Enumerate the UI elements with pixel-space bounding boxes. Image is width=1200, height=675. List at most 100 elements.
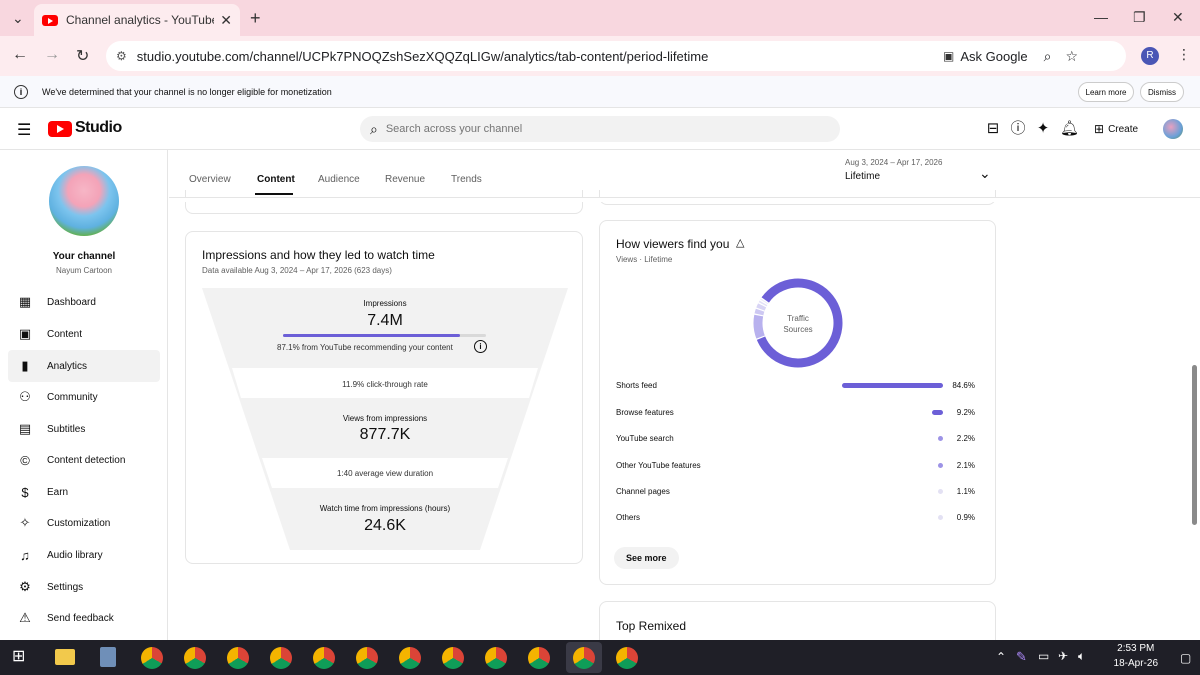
traffic-source-bar [938, 463, 943, 468]
chrome-app-icon[interactable] [184, 647, 206, 669]
channel-search[interactable]: ⌕ [360, 116, 840, 142]
profile-avatar[interactable]: R [1141, 47, 1159, 65]
donut-center-label: Traffic Sources [752, 313, 844, 335]
sidebar-item-analytics[interactable]: ▮ Analytics [8, 350, 160, 382]
windows-start-icon[interactable]: ⊞ [12, 648, 30, 666]
search-input[interactable] [385, 123, 806, 135]
sidebar-item-dashboard[interactable]: ▦ Dashboard [8, 286, 160, 318]
chrome-app-icon[interactable] [528, 647, 550, 669]
tab-audience[interactable]: Audience [318, 174, 360, 185]
taskbar-clock[interactable]: 2:53 PM 18-Apr-26 [1114, 643, 1158, 669]
notifications-bell-icon[interactable]: 🔔︎ [1060, 120, 1079, 138]
studio-logo-text[interactable]: Studio [75, 119, 122, 137]
chevron-up-icon[interactable]: ⌃ [996, 650, 1006, 664]
sidebar-item-customization[interactable]: ✧ Customization [8, 507, 160, 539]
messages-icon[interactable]: ⊟ [984, 120, 1002, 138]
channel-title[interactable]: Your channel [0, 251, 168, 262]
youtube-logo-icon[interactable] [48, 121, 72, 137]
pen-icon[interactable]: ✎ [1016, 649, 1027, 665]
tab-search-chevron-icon[interactable]: ⌄ [12, 10, 24, 27]
sparkle-icon[interactable]: ✦ [1034, 120, 1052, 138]
url-text[interactable]: studio.youtube.com/channel/UCPk7PNOQZshS… [137, 49, 709, 64]
tab-overview[interactable]: Overview [189, 174, 231, 185]
views-value: 877.7K [359, 426, 411, 443]
sidebar-item-earn[interactable]: $ Earn [8, 476, 160, 508]
dismiss-button[interactable]: Dismiss [1140, 82, 1184, 102]
ask-google-button[interactable]: ▣ Ask Google ⌕ ☆ [943, 46, 1078, 66]
chevron-down-icon[interactable]: ⌄ [979, 165, 991, 182]
traffic-source-bar [938, 436, 943, 441]
tab-content[interactable]: Content [257, 174, 295, 185]
chrome-app-icon[interactable] [270, 647, 292, 669]
bookmark-star-icon[interactable]: ☆ [1065, 48, 1078, 65]
sidebar-item-label: Audio library [47, 549, 103, 561]
sidebar-item-subtitles[interactable]: ▤ Subtitles [8, 413, 160, 445]
donut-line-1: Traffic [787, 314, 809, 323]
battery-icon[interactable]: ▭ [1038, 649, 1049, 663]
audio-library-icon: ♫ [20, 547, 30, 563]
youtube-favicon-icon [42, 14, 58, 26]
impressions-funnel-card: Impressions and how they led to watch ti… [185, 231, 583, 564]
browser-menu-icon[interactable]: ⋮ [1177, 46, 1191, 63]
window-close-icon[interactable]: ✕ [1172, 9, 1184, 26]
tab-close-icon[interactable]: ✕ [220, 12, 232, 29]
new-tab-plus-icon[interactable]: + [250, 8, 261, 29]
views-label: Views from impressions [342, 414, 428, 423]
browser-tab-title: Channel analytics - YouTube St [66, 13, 215, 27]
sidebar-item-label: Community [47, 391, 98, 403]
info-icon: i [14, 85, 28, 99]
content-icon: ▣ [18, 326, 32, 341]
reload-icon[interactable]: ↻ [76, 46, 89, 66]
page-scrollbar[interactable] [1192, 365, 1197, 525]
recommending-text: 87.1% from YouTube recommending your con… [277, 343, 453, 352]
browser-tab[interactable]: Channel analytics - YouTube St ✕ [34, 4, 240, 36]
date-range-label: Lifetime [845, 171, 881, 182]
sidebar-item-settings[interactable]: ⚙ Settings [8, 571, 160, 603]
warning-triangle-icon[interactable]: △ [736, 236, 744, 249]
restore-icon[interactable]: ❐ [1133, 9, 1146, 26]
magic-wand-icon: ✧ [19, 515, 31, 530]
account-avatar[interactable] [1163, 119, 1183, 139]
back-arrow-icon[interactable]: ← [12, 46, 28, 64]
hamburger-menu-icon[interactable]: ☰ [17, 120, 31, 140]
chrome-app-icon[interactable] [442, 647, 464, 669]
chrome-app-icon[interactable] [573, 647, 595, 669]
impressions-label: Impressions [363, 299, 407, 308]
sidebar-item-send-feedback[interactable]: ⚠ Send feedback [8, 602, 160, 634]
see-more-button[interactable]: See more [614, 547, 679, 569]
network-icon[interactable]: ✈ [1058, 649, 1068, 663]
zoom-search-icon[interactable]: ⌕ [1044, 48, 1052, 65]
calculator-icon[interactable] [100, 647, 116, 667]
omnibox[interactable]: ⚙ studio.youtube.com/channel/UCPk7PNOQZs… [106, 41, 1126, 71]
channel-avatar[interactable] [49, 166, 119, 236]
date-range-text: Aug 3, 2024 – Apr 17, 2026 [845, 158, 943, 167]
file-explorer-icon[interactable] [55, 649, 75, 665]
chrome-app-icon[interactable] [227, 647, 249, 669]
tab-trends[interactable]: Trends [451, 174, 482, 185]
chrome-app-icon[interactable] [356, 647, 378, 669]
chrome-app-icon[interactable] [399, 647, 421, 669]
site-info-icon[interactable]: ⚙ [116, 49, 127, 63]
notification-center-icon[interactable]: ▢ [1180, 651, 1191, 665]
info-icon[interactable]: i [474, 340, 487, 353]
ctr-text: 11.9% click-through rate [342, 380, 428, 389]
sidebar-item-content[interactable]: ▣ Content [8, 318, 160, 350]
browser-tab-bar: ⌄ Channel analytics - YouTube St ✕ + — ❐… [0, 0, 1200, 36]
help-icon[interactable]: ⓘ [1009, 120, 1027, 138]
traffic-source-label: Browse features [616, 408, 674, 417]
sidebar-item-content-detection[interactable]: © Content detection [8, 444, 160, 476]
create-button[interactable]: ⊞ Create [1090, 118, 1142, 140]
chrome-app-icon[interactable] [313, 647, 335, 669]
speaker-icon[interactable]: 🔈︎ [1078, 649, 1085, 664]
date-range-picker[interactable]: Aug 3, 2024 – Apr 17, 2026 Lifetime [845, 158, 942, 182]
sidebar-item-community[interactable]: ⚇ Community [8, 381, 160, 413]
chrome-app-icon[interactable] [141, 647, 163, 669]
sidebar-item-audio-library[interactable]: ♫ Audio library [8, 539, 160, 571]
chrome-app-icon[interactable] [616, 647, 638, 669]
learn-more-button[interactable]: Learn more [1078, 82, 1134, 102]
forward-arrow-icon[interactable]: → [44, 46, 60, 64]
minimize-icon[interactable]: — [1094, 9, 1108, 25]
tab-revenue[interactable]: Revenue [385, 174, 425, 185]
chrome-app-icon[interactable] [485, 647, 507, 669]
previous-card-edge [185, 190, 583, 214]
